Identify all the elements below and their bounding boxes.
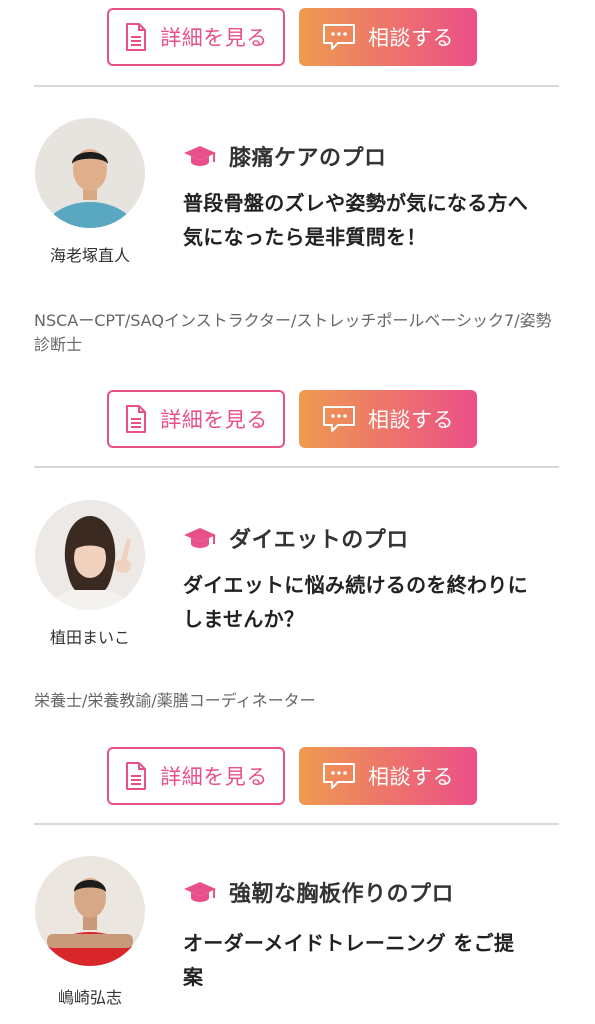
consult-button[interactable]: 相談する [299, 8, 477, 66]
trainer-name: 植田まいこ [49, 628, 130, 647]
specialty-title: 膝痛ケアのプロ [229, 146, 387, 171]
document-icon [124, 761, 148, 791]
graduation-cap-icon [183, 880, 217, 904]
specialty-title: ダイエットのプロ [229, 528, 409, 553]
consult-button-label: 相談する [368, 408, 454, 432]
document-icon [124, 22, 148, 52]
detail-button[interactable]: 詳細を見る [107, 747, 285, 805]
graduation-cap-icon [183, 144, 217, 168]
specialty-row: ダイエットのプロ [183, 522, 409, 554]
catch-copy: ダイエットに悩み続けるのを終わりにしませんか？ [183, 573, 528, 631]
trainer-name: 海老塚直人 [49, 246, 130, 265]
detail-button[interactable]: 詳細を見る [107, 390, 285, 448]
avatar[interactable] [35, 856, 145, 966]
catch-copy: 普段骨盤のズレや姿勢が気になる方へ 気になったら是非質問を！ [183, 191, 529, 249]
graduation-cap-icon [183, 526, 217, 550]
consult-button[interactable]: 相談する [299, 747, 477, 805]
trainer-list-page: 詳細を見る 相談する 海老塚直人 膝痛ケアのプロ 普段骨盤のズレや姿勢が気になる… [0, 0, 595, 1024]
chat-bubble-icon [322, 23, 356, 51]
action-row-top: 詳細を見る 相談する [107, 8, 477, 66]
detail-button[interactable]: 詳細を見る [107, 8, 285, 66]
consult-button[interactable]: 相談する [299, 390, 477, 448]
chat-bubble-icon [322, 762, 356, 790]
trainer-name: 嶋崎弘志 [57, 988, 122, 1007]
catch-copy: オーダーメイドトレーニング をご提案 [183, 931, 515, 989]
avatar[interactable] [35, 118, 145, 228]
detail-button-label: 詳細を見る [160, 408, 268, 432]
detail-button-label: 詳細を見る [160, 765, 268, 789]
consult-button-label: 相談する [368, 765, 454, 789]
specialty-row: 強靭な胸板作りのプロ [183, 876, 454, 908]
divider [34, 823, 559, 825]
avatar[interactable] [35, 500, 145, 610]
qualifications: NSCAーCPT/SAQインストラクター/ストレッチポールベーシック7/姿勢診断… [34, 311, 552, 354]
qualifications: 栄養士/栄養教諭/薬膳コーディネーター [34, 691, 316, 710]
chat-bubble-icon [322, 405, 356, 433]
divider [34, 466, 559, 468]
action-row: 詳細を見る 相談する [107, 747, 477, 805]
consult-button-label: 相談する [368, 26, 454, 50]
specialty-row: 膝痛ケアのプロ [183, 140, 387, 172]
action-row: 詳細を見る 相談する [107, 390, 477, 448]
detail-button-label: 詳細を見る [160, 26, 268, 50]
specialty-title: 強靭な胸板作りのプロ [229, 882, 455, 907]
divider [34, 85, 559, 87]
document-icon [124, 404, 148, 434]
